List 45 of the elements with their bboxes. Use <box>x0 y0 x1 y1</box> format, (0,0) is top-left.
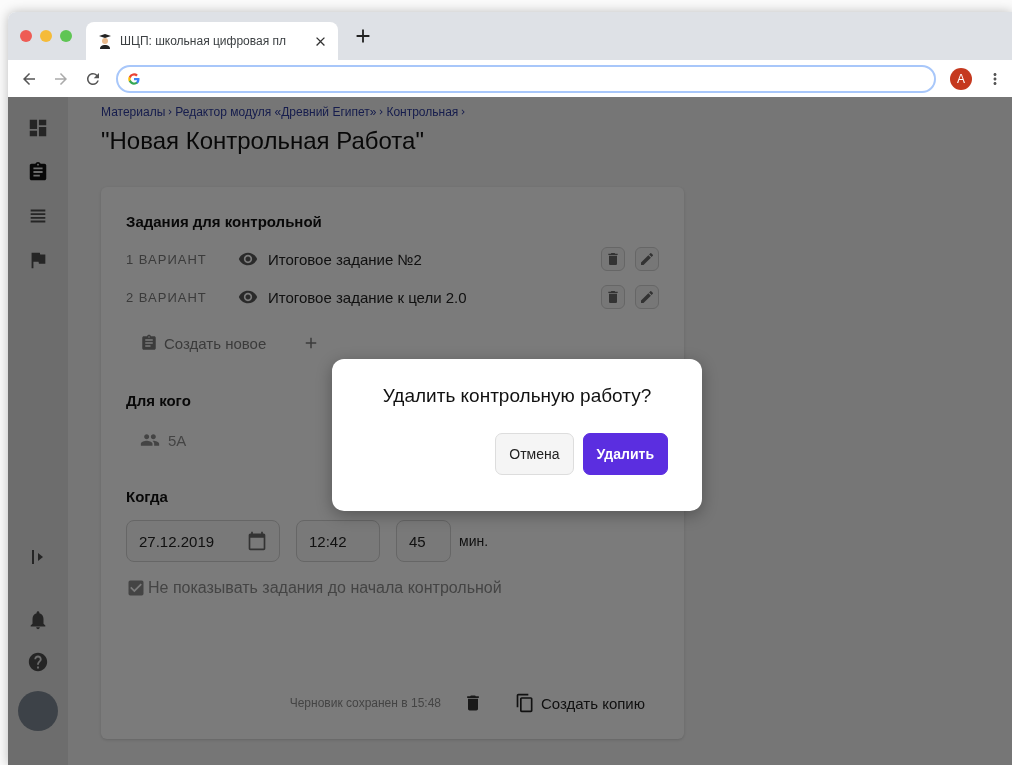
pencil-icon <box>639 289 655 305</box>
trash-icon <box>605 251 621 267</box>
checkbox[interactable] <box>126 578 146 598</box>
section-heading: Когда <box>126 488 168 505</box>
variant-label: 1 ВАРИАНТ <box>126 251 208 267</box>
task-name[interactable]: Итоговое задание к цели 2.0 <box>268 288 591 306</box>
dialog-title: Удалить контрольную работу? <box>382 385 652 407</box>
cancel-button[interactable]: Отмена <box>495 433 574 475</box>
tab-title: ШЦП: школьная цифровая пл <box>120 34 288 48</box>
edit-button[interactable] <box>635 247 659 271</box>
time-field[interactable]: 12:42 <box>296 520 380 562</box>
create-copy-button[interactable]: Создать копию <box>515 693 645 713</box>
section-heading: Для кого <box>126 392 191 409</box>
date-field[interactable]: 27.12.2019 <box>126 520 280 562</box>
browser-tab[interactable]: ШЦП: школьная цифровая пл <box>86 22 338 60</box>
google-logo-icon <box>128 72 140 85</box>
breadcrumb-link[interactable]: Редактор модуля «Древний Египет» <box>175 105 377 119</box>
duration-field[interactable]: 45 <box>396 520 451 562</box>
copy-icon <box>515 693 535 713</box>
profile-avatar[interactable]: А <box>950 67 972 90</box>
pencil-icon <box>639 251 655 267</box>
address-field[interactable] <box>116 64 936 93</box>
page-title: "Новая Контрольная Работа" <box>101 127 425 155</box>
dashboard-icon[interactable] <box>27 117 49 139</box>
user-avatar[interactable] <box>18 691 58 731</box>
breadcrumb-link[interactable]: Материалы <box>101 105 166 119</box>
delete-button[interactable] <box>601 247 625 271</box>
help-icon[interactable] <box>27 651 49 673</box>
trash-icon <box>605 289 621 305</box>
unit-label: мин. <box>459 533 489 549</box>
calendar-icon[interactable] <box>247 531 267 551</box>
breadcrumb-link[interactable]: Контрольная <box>386 105 459 119</box>
maximize-window-icon[interactable] <box>60 30 72 42</box>
graduate-icon <box>98 33 112 49</box>
section-heading: Задания для контрольной <box>126 213 322 230</box>
task-name[interactable]: Итоговое задание №2 <box>268 250 591 268</box>
edit-button[interactable] <box>635 285 659 309</box>
clipboard-icon[interactable] <box>27 161 49 183</box>
close-window-icon[interactable] <box>20 30 32 42</box>
delete-button[interactable]: Удалить <box>582 433 668 475</box>
clipboard-icon <box>140 334 158 352</box>
variant-label: 2 ВАРИАНТ <box>126 289 208 305</box>
create-new-button[interactable]: Создать новое <box>140 334 267 352</box>
expand-sidebar-icon[interactable] <box>31 549 45 565</box>
delete-button[interactable] <box>601 285 625 309</box>
